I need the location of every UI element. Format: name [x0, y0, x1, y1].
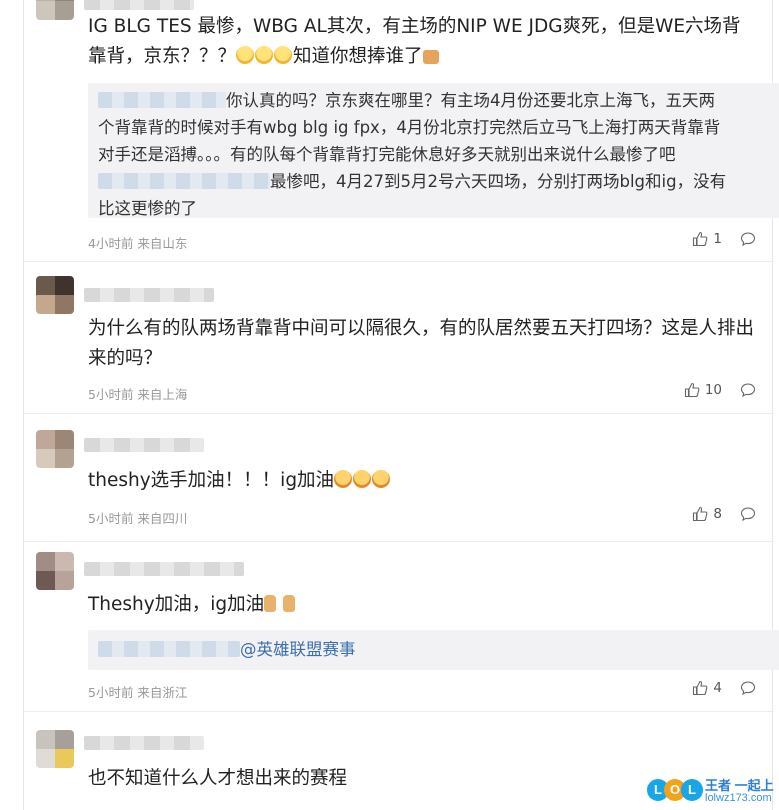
comment-meta: 5小时前 来自浙江 — [88, 685, 188, 700]
smile-emoji-icon — [255, 46, 274, 64]
comment-meta: 4小时前 来自山东 — [88, 236, 188, 251]
comment-item: 为什么有的队两场背靠背中间可以隔很久，有的队居然要五天打四场？这是人排出来的吗？… — [24, 262, 774, 414]
like-button[interactable]: 4 — [692, 680, 722, 696]
mention-link[interactable]: @英雄联盟赛事 — [240, 640, 356, 659]
comment-item: theshy选手加油！！！ig加油 5小时前 来自四川 8 — [24, 414, 774, 542]
watermark-letter: L — [681, 779, 703, 801]
reply-box: @英雄联盟赛事 — [88, 630, 779, 670]
comment-bubble-icon[interactable] — [740, 680, 756, 696]
username[interactable] — [84, 438, 204, 452]
reply-username[interactable] — [98, 173, 270, 189]
avatar[interactable] — [36, 276, 74, 314]
comment-bubble-icon[interactable] — [740, 231, 756, 247]
site-watermark: L O L 王者 一起上 lolwz173.com — [647, 775, 777, 807]
comment-text: theshy选手加油！！！ig加油 — [88, 466, 758, 496]
thumbs-up-emoji-icon — [264, 595, 277, 612]
username[interactable] — [84, 736, 204, 750]
like-count: 8 — [713, 506, 722, 522]
reply-text: 对手还是滔搏。。。有的队每个背靠背打完能休息好多天就别出来说什么最惨了吧 — [98, 145, 676, 164]
reply-text: 个背靠背的时候对手有wbg blg ig fpx，4月份北京打完然后立马飞上海打… — [98, 118, 721, 137]
like-button[interactable]: 8 — [692, 506, 722, 522]
thumbs-down-emoji-icon — [422, 50, 439, 64]
thumbs-up-icon — [684, 382, 700, 398]
comment-actions: 10 — [684, 382, 756, 398]
thumbs-up-emoji-icon — [283, 595, 295, 612]
comment-text-part: Theshy加油，ig加油 — [88, 594, 265, 615]
reply-text: 你认真的吗？京东爽在哪里？有主场4月份还要北京上海飞，五天两 — [226, 91, 715, 110]
reply-text: 最惨吧，4月27到5月2号六天四场，分别打两场blg和ig，没有 — [270, 172, 727, 191]
avatar[interactable] — [36, 0, 74, 20]
scream-emoji-icon — [353, 470, 372, 488]
comment-item: IG BLG TES 最惨，WBG AL其次，有主场的NIP WE JDG爽死，… — [24, 0, 779, 262]
comment-actions: 1 — [692, 231, 756, 247]
scream-emoji-icon — [334, 470, 353, 488]
comment-text: IG BLG TES 最惨，WBG AL其次，有主场的NIP WE JDG爽死，… — [88, 12, 758, 72]
thumbs-up-icon — [693, 680, 708, 696]
comment-meta: 5小时前 来自四川 — [88, 511, 188, 526]
avatar[interactable] — [36, 552, 74, 590]
scream-emoji-icon — [372, 470, 391, 488]
username[interactable] — [84, 288, 214, 302]
thumbs-up-icon — [693, 506, 708, 522]
like-button[interactable]: 1 — [692, 231, 722, 247]
comment-text-part: 知道你想捧谁了 — [293, 46, 423, 67]
username[interactable] — [84, 562, 244, 576]
comment-bubble-icon[interactable] — [740, 506, 756, 522]
like-count: 1 — [713, 231, 722, 247]
reply-text: 比这更惨的了 — [98, 199, 197, 218]
comment-actions: 4 — [692, 680, 756, 696]
like-button[interactable]: 10 — [684, 382, 722, 398]
comment-bubble-icon[interactable] — [740, 382, 756, 398]
smile-emoji-icon — [236, 46, 255, 64]
avatar[interactable] — [36, 730, 74, 768]
avatar[interactable] — [36, 430, 74, 468]
comment-item: Theshy加油，ig加油 @英雄联盟赛事 5小时前 来自浙江 4 — [24, 542, 779, 712]
comment-actions: 8 — [692, 506, 756, 522]
reply-username[interactable] — [98, 92, 226, 108]
comment-text: 为什么有的队两场背靠背中间可以隔很久，有的队居然要五天打四场？这是人排出来的吗？ — [88, 318, 755, 369]
comment-list: IG BLG TES 最惨，WBG AL其次，有主场的NIP WE JDG爽死，… — [23, 0, 779, 810]
smile-emoji-icon — [274, 46, 293, 64]
watermark-url: lolwz173.com — [705, 792, 772, 804]
username[interactable] — [84, 0, 194, 10]
comment-text: Theshy加油，ig加油 — [88, 590, 758, 620]
thumbs-up-icon — [693, 231, 708, 247]
comment-text-part: theshy选手加油！！！ig加油 — [88, 470, 335, 491]
reply-username[interactable] — [98, 641, 240, 657]
reply-box: 你认真的吗？京东爽在哪里？有主场4月份还要北京上海飞，五天两 个背靠背的时候对手… — [88, 83, 779, 218]
like-count: 10 — [704, 382, 722, 398]
like-count: 4 — [713, 680, 722, 696]
comment-meta: 5小时前 来自上海 — [88, 387, 188, 402]
